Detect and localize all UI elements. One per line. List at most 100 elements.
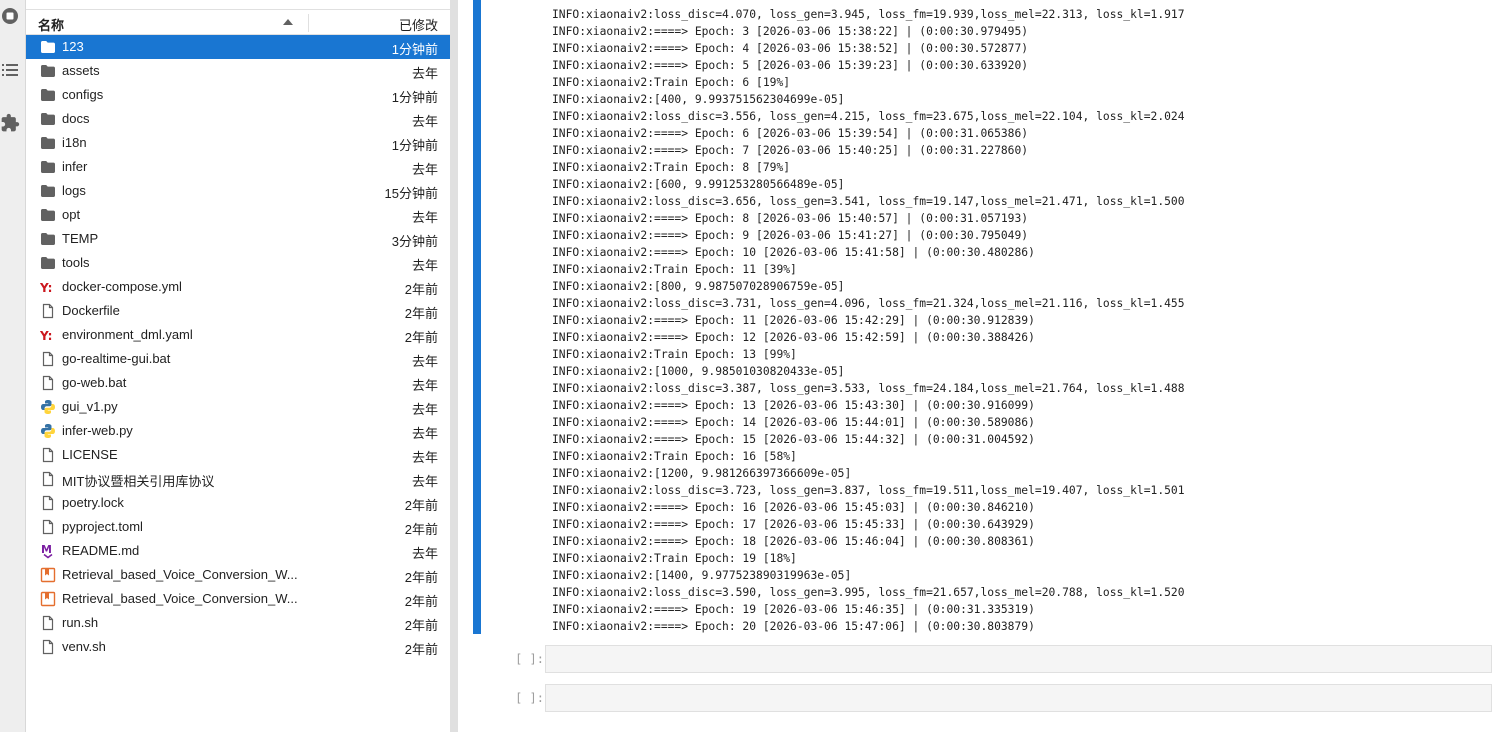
file-name: 123 (62, 39, 84, 54)
output-line: INFO:xiaonaiv2:====> Epoch: 8 [2026-03-0… (552, 212, 1029, 225)
file-name: logs (62, 183, 86, 198)
file-icon (40, 351, 56, 367)
file-modified: 2年前 (404, 282, 438, 297)
cell-prompt: [ ]: (515, 652, 544, 666)
folder-icon (40, 159, 56, 175)
column-divider[interactable] (308, 14, 309, 32)
file-name: MIT协议暨相关引用库协议 (62, 474, 215, 489)
output-line: INFO:xiaonaiv2:====> Epoch: 5 [2026-03-0… (552, 59, 1029, 72)
output-line: INFO:xiaonaiv2:loss_disc=4.070, loss_gen… (552, 8, 1185, 21)
modified-column-header[interactable]: 已修改 (399, 15, 438, 34)
file-list-item[interactable]: docs 去年 (26, 107, 450, 131)
file-name: infer (62, 159, 88, 174)
file-list-item[interactable]: 123 1分钟前 (26, 35, 450, 59)
output-line: INFO:xiaonaiv2:====> Epoch: 12 [2026-03-… (552, 331, 1035, 344)
file-modified: 1分钟前 (391, 138, 438, 153)
file-name: docker-compose.yml (62, 279, 182, 294)
list-icon[interactable] (0, 60, 20, 80)
file-name: environment_dml.yaml (62, 327, 193, 342)
file-list-item[interactable]: Retrieval_based_Voice_Conversion_W... 2年前 (26, 563, 450, 587)
file-list-item[interactable]: run.sh 2年前 (26, 611, 450, 635)
file-list-item[interactable]: Y: docker-compose.yml 2年前 (26, 275, 450, 299)
file-modified: 2年前 (404, 594, 438, 609)
file-modified: 2年前 (404, 498, 438, 513)
sort-ascending-icon[interactable] (283, 19, 293, 25)
file-list-item[interactable]: infer 去年 (26, 155, 450, 179)
folder-icon (40, 255, 56, 271)
file-list-item[interactable]: LICENSE 去年 (26, 443, 450, 467)
output-line: INFO:xiaonaiv2:====> Epoch: 20 [2026-03-… (552, 620, 1035, 633)
notebook-panel: INFO:xiaonaiv2:loss_disc=4.070, loss_gen… (458, 0, 1492, 732)
file-list-item[interactable]: go-realtime-gui.bat 去年 (26, 347, 450, 371)
empty-code-cell[interactable]: [ ]: (458, 645, 1492, 675)
file-list-item[interactable]: i18n 1分钟前 (26, 131, 450, 155)
file-name: assets (62, 63, 100, 78)
file-browser: 名称 已修改 123 1分钟前 assets 去年 configs 1分钟前 docs 去年 i… (26, 0, 450, 732)
running-stop-icon[interactable] (0, 6, 20, 26)
file-icon (40, 615, 56, 631)
file-name: infer-web.py (62, 423, 133, 438)
file-list-header: 名称 已修改 (26, 11, 450, 35)
file-list-item[interactable]: venv.sh 2年前 (26, 635, 450, 659)
extension-puzzle-icon[interactable] (0, 113, 20, 133)
file-modified: 去年 (411, 474, 438, 489)
file-icon (40, 519, 56, 535)
file-modified: 去年 (411, 258, 438, 273)
file-icon (40, 495, 56, 511)
file-modified: 去年 (411, 546, 438, 561)
file-icon (40, 447, 56, 463)
file-list-item[interactable]: gui_v1.py 去年 (26, 395, 450, 419)
file-list-item[interactable]: M README.md 去年 (26, 539, 450, 563)
notebook-file-icon (40, 591, 56, 607)
file-list-item[interactable]: tools 去年 (26, 251, 450, 275)
python-file-icon (40, 399, 56, 415)
file-list-item[interactable]: logs 15分钟前 (26, 179, 450, 203)
empty-code-cell[interactable]: [ ]: (458, 684, 1492, 714)
breadcrumb (26, 0, 450, 10)
file-name: LICENSE (62, 447, 118, 462)
file-list-item[interactable]: go-web.bat 去年 (26, 371, 450, 395)
output-line: INFO:xiaonaiv2:====> Epoch: 10 [2026-03-… (552, 246, 1035, 259)
file-name: pyproject.toml (62, 519, 143, 534)
output-line: INFO:xiaonaiv2:====> Epoch: 3 [2026-03-0… (552, 25, 1029, 38)
output-line: INFO:xiaonaiv2:====> Epoch: 17 [2026-03-… (552, 518, 1035, 531)
panel-splitter[interactable] (450, 0, 458, 732)
file-list-item[interactable]: Y: environment_dml.yaml 2年前 (26, 323, 450, 347)
output-line: INFO:xiaonaiv2:====> Epoch: 7 [2026-03-0… (552, 144, 1029, 157)
file-list-item[interactable]: Dockerfile 2年前 (26, 299, 450, 323)
file-list-item[interactable]: infer-web.py 去年 (26, 419, 450, 443)
activity-bar (0, 0, 26, 732)
output-line: INFO:xiaonaiv2:[1200, 9.981266397366609e… (552, 467, 852, 480)
output-line: INFO:xiaonaiv2:====> Epoch: 6 [2026-03-0… (552, 127, 1029, 140)
folder-icon (40, 87, 56, 103)
file-list-item[interactable]: poetry.lock 2年前 (26, 491, 450, 515)
file-name: venv.sh (62, 639, 106, 654)
file-modified: 2年前 (404, 306, 438, 321)
file-name: opt (62, 207, 81, 222)
cell-editor[interactable] (545, 684, 1492, 712)
file-icon (40, 303, 56, 319)
output-line: INFO:xiaonaiv2:====> Epoch: 18 [2026-03-… (552, 535, 1035, 548)
folder-icon (40, 135, 56, 151)
svg-text:Y:: Y: (40, 281, 52, 295)
file-list-item[interactable]: configs 1分钟前 (26, 83, 450, 107)
cell-editor[interactable] (545, 645, 1492, 673)
file-list-item[interactable]: assets 去年 (26, 59, 450, 83)
file-list-item[interactable]: TEMP 3分钟前 (26, 227, 450, 251)
name-column-header[interactable]: 名称 (38, 15, 64, 34)
output-line: INFO:xiaonaiv2:====> Epoch: 14 [2026-03-… (552, 416, 1035, 429)
output-line: INFO:xiaonaiv2:[400, 9.993751562304699e-… (552, 93, 845, 106)
output-line: INFO:xiaonaiv2:Train Epoch: 13 [99%] (552, 348, 797, 361)
file-list-item[interactable]: Retrieval_based_Voice_Conversion_W... 2年前 (26, 587, 450, 611)
file-icon (40, 639, 56, 655)
file-list-item[interactable]: opt 去年 (26, 203, 450, 227)
folder-icon (40, 231, 56, 247)
file-name: go-web.bat (62, 375, 127, 390)
file-name: i18n (62, 135, 87, 150)
file-list-item[interactable]: MIT协议暨相关引用库协议 去年 (26, 467, 450, 491)
output-line: INFO:xiaonaiv2:====> Epoch: 19 [2026-03-… (552, 603, 1035, 616)
file-name: poetry.lock (62, 495, 124, 510)
file-modified: 2年前 (404, 642, 438, 657)
active-cell-indicator[interactable] (473, 0, 481, 634)
file-list-item[interactable]: pyproject.toml 2年前 (26, 515, 450, 539)
